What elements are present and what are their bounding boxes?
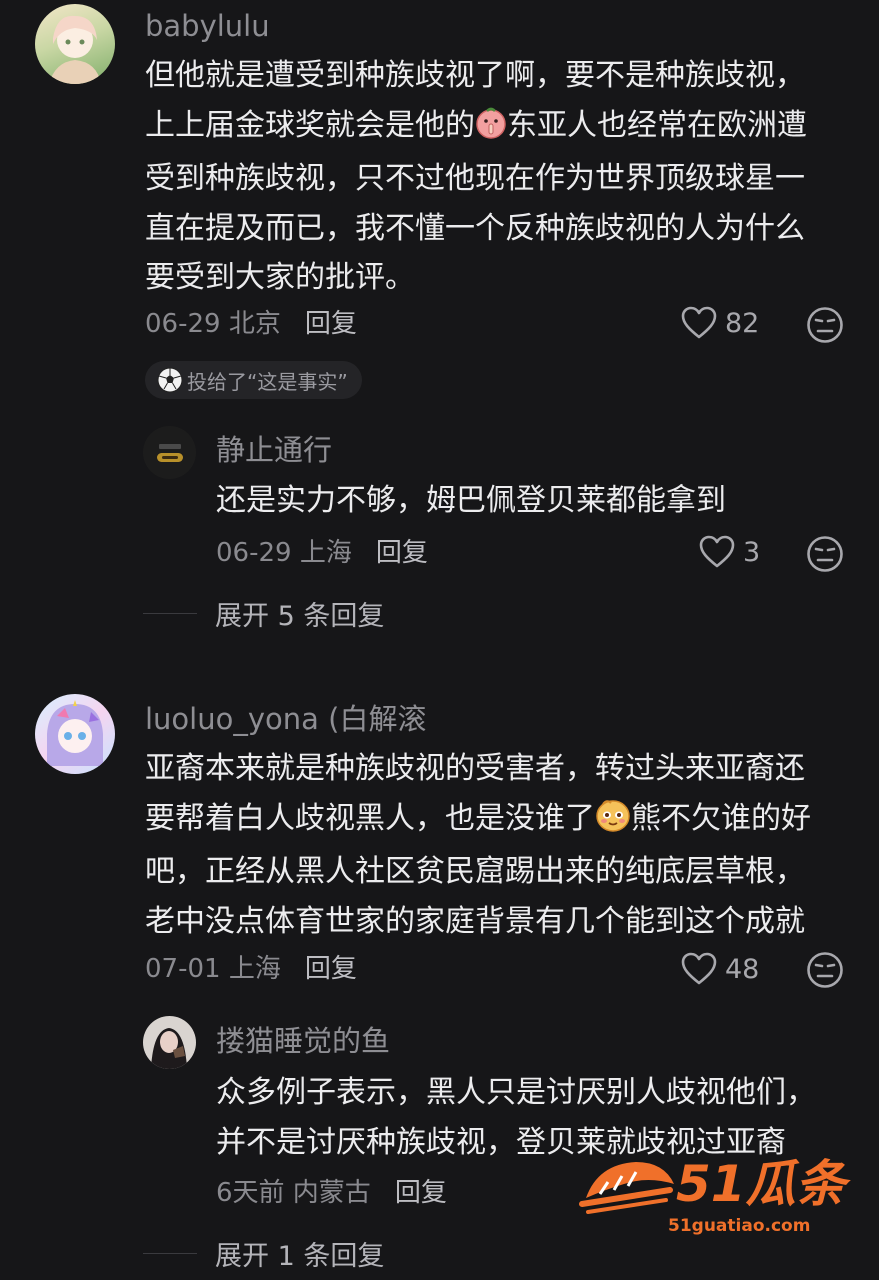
comment-text-line: 直在提及而已，我不懂一个反种族歧视的人为什么 [145,210,805,246]
reply-username[interactable]: 搂猫睡觉的鱼 [216,1021,390,1061]
comment-text-segment: 东亚人也经常在欧洲遭 [507,107,807,143]
like-count: 48 [725,953,760,985]
comment-username[interactable]: babylulu [145,6,270,46]
comment-date-location: 07-01 上海 [145,954,281,984]
heart-icon [681,952,717,985]
smirk-emoji-icon [595,798,631,848]
avatar[interactable] [143,426,196,479]
expand-replies-label: 展开 1 条回复 [215,1241,385,1272]
comment-text-segment: 要帮着白人歧视黑人，也是没谁了 [145,800,595,836]
watermark-logo-icon [579,1162,674,1214]
meh-face-icon [807,536,843,572]
comment-meta: 07-01 上海 回复 [145,951,357,987]
avatar[interactable] [143,1016,196,1069]
expand-replies-button[interactable]: 展开 5 条回复 [143,594,384,633]
meh-face-icon [807,952,843,988]
reply-meta: 6天前 内蒙古 回复 [216,1175,447,1211]
avatar[interactable] [35,694,115,774]
watermark-url: 51guatiao.com [668,1216,811,1236]
meh-face-icon [807,307,843,343]
reply-date-location: 6天前 内蒙古 [216,1178,371,1208]
avatar[interactable] [35,4,115,84]
reply-date-location: 06-29 上海 [216,538,352,568]
dislike-button[interactable] [806,951,844,989]
reply-meta: 06-29 上海 回复 [216,535,428,571]
heart-icon [699,535,735,568]
comment-meta: 06-29 北京 回复 [145,306,357,342]
avatar-image [143,426,196,479]
watermark-brand: 51瓜条 [676,1155,846,1213]
reply-text-line: 众多例子表示，黑人只是讨厌别人歧视他们， [216,1075,816,1110]
soccer-ball-icon [157,367,183,393]
reply-text: 还是实力不够，姆巴佩登贝莱都能拿到 [216,483,726,518]
comment-date-location: 06-29 北京 [145,309,281,339]
comment-text-line: 吧，正经从黑人社区贫民窟踢出来的纯底层草根， [145,854,805,889]
reply-button[interactable]: 回复 [376,538,428,568]
divider [143,613,197,614]
dislike-button[interactable] [806,306,844,344]
comment-username[interactable]: luoluo_yona (白解滚 [145,699,426,739]
expand-replies-label: 展开 5 条回复 [215,601,385,632]
comment-text-segment: 熊不欠谁的好 [631,800,811,836]
comment-text-line: 老中没点体育世家的家庭背景有几个能到这个成就 [145,903,805,939]
comment-text-line: 上上届金球奖就会是他的 东亚人也经常在欧洲遭 [145,101,865,155]
vote-badge[interactable]: 投给了“这是事实” [145,361,362,399]
comment-text-line: 要受到大家的批评。 [145,260,415,295]
comment-text-segment: 上上届金球奖就会是他的 [145,107,475,143]
comment-text: 但他就是遭受到种族歧视了啊，要不是种族歧视， 上上届金球奖就会是他的 东亚人也经常… [145,51,865,303]
reply-username[interactable]: 静止通行 [216,430,332,470]
comment-text-line: 受到种族歧视，只不过他现在作为世界顶级球星一 [145,161,805,196]
avatar-image [47,700,103,766]
reply-button[interactable]: 回复 [395,1178,447,1208]
avatar-image [143,1016,196,1069]
like-button[interactable]: 3 [699,535,760,569]
comment-text-line: 要帮着白人歧视黑人，也是没谁了 熊不欠谁的好 [145,794,865,848]
dislike-button[interactable] [806,535,844,573]
watermark: 51瓜条 51guatiao.com [578,1150,858,1240]
shush-emoji-icon [475,105,507,155]
like-count: 3 [743,536,761,568]
reply-button[interactable]: 回复 [305,309,357,339]
comment-text: 亚裔本来就是种族歧视的受害者，转过头来亚裔还 要帮着白人歧视黑人，也是没谁了 熊不… [145,744,865,946]
reply-button[interactable]: 回复 [305,954,357,984]
vote-badge-label: 投给了“这是事实” [187,369,348,394]
like-button[interactable]: 82 [681,306,759,340]
comment-text-line: 亚裔本来就是种族歧视的受害者，转过头来亚裔还 [145,751,805,786]
like-button[interactable]: 48 [681,952,759,986]
avatar-image [49,15,101,84]
divider [143,1253,197,1254]
like-count: 82 [725,307,760,339]
expand-replies-button[interactable]: 展开 1 条回复 [143,1234,384,1273]
heart-icon [681,306,717,339]
comment-text-line: 但他就是遭受到种族歧视了啊，要不是种族歧视， [145,58,805,93]
